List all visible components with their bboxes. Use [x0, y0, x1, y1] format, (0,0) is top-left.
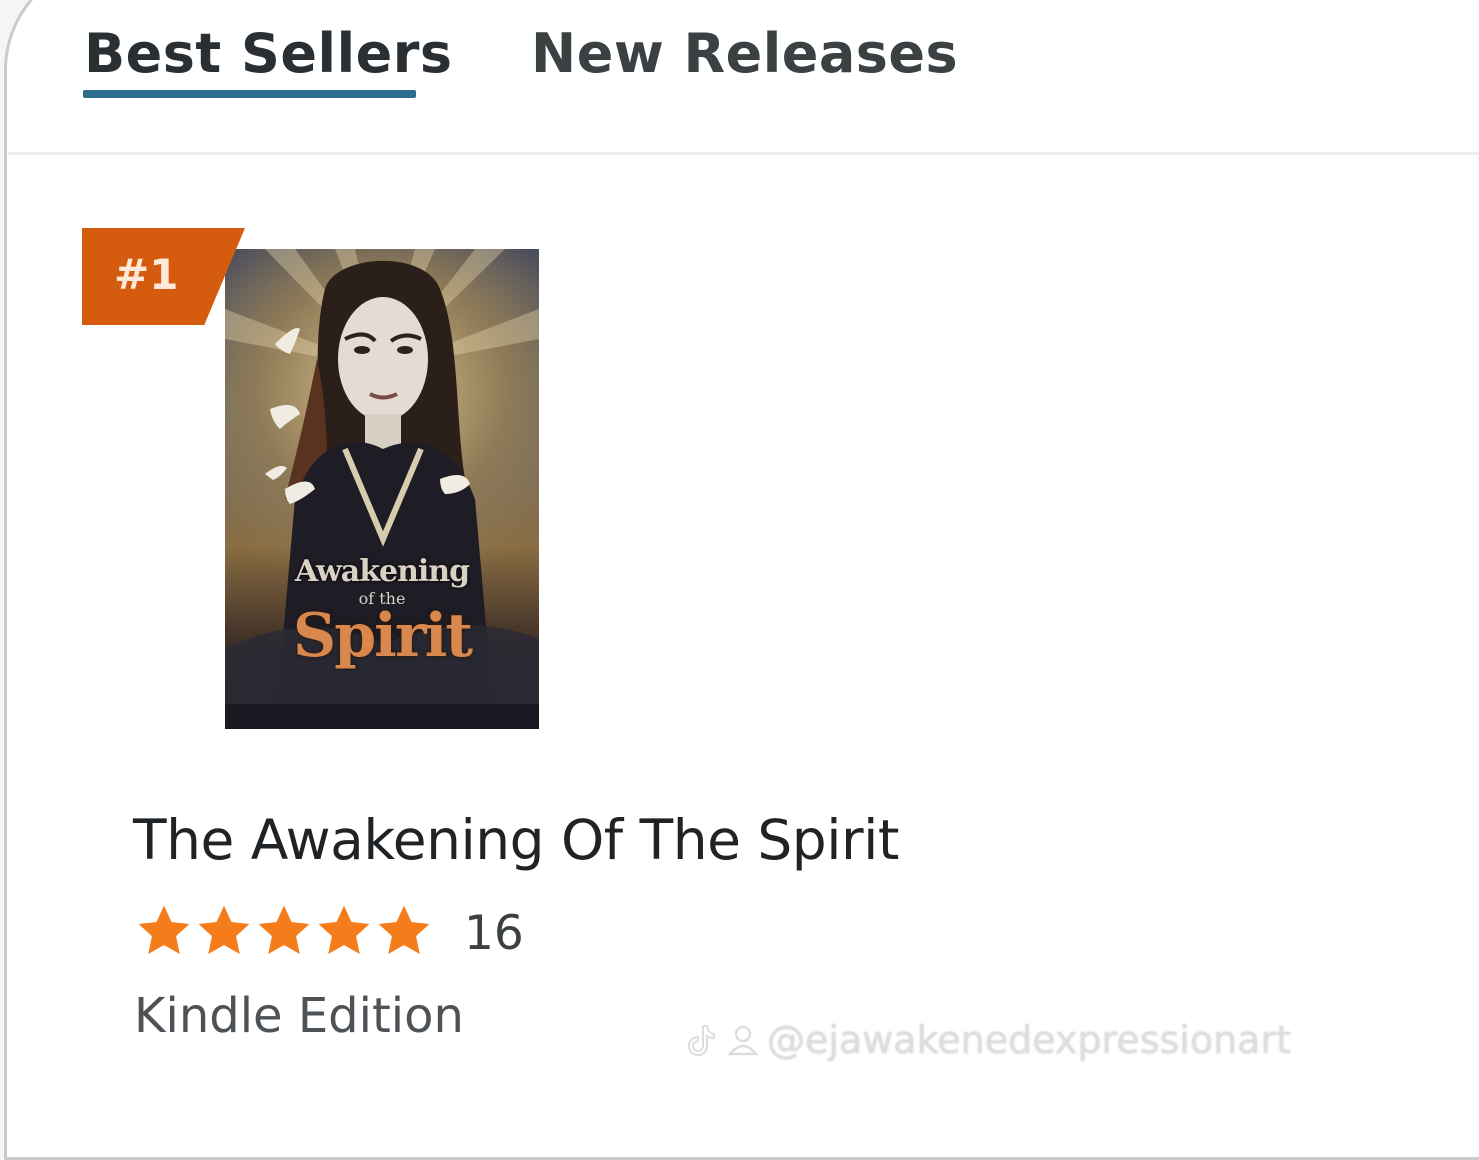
tab-divider — [8, 152, 1479, 155]
star-rating[interactable] — [135, 902, 433, 962]
cover-title-line-1: Awakening — [294, 554, 470, 589]
active-tab-indicator — [83, 90, 416, 98]
rating-count-link[interactable]: 16 — [464, 906, 524, 961]
tiktok-icon — [688, 1025, 715, 1056]
watermark: @ejawakenedexpressionart — [683, 1018, 1291, 1062]
rank-label: #1 — [114, 250, 179, 299]
star-icon — [198, 905, 250, 954]
star-icon — [138, 905, 190, 954]
star-icon — [318, 905, 370, 954]
cover-title-line-3: Spirit — [292, 601, 473, 671]
star-icon — [378, 905, 430, 954]
product-title-link[interactable]: The Awakening Of The Spirit — [133, 808, 899, 872]
user-icon — [727, 1025, 759, 1056]
tab-new-releases[interactable]: New Releases — [531, 22, 958, 85]
tab-best-sellers[interactable]: Best Sellers — [84, 22, 452, 85]
format-link[interactable]: Kindle Edition — [134, 988, 464, 1044]
star-icon — [258, 905, 310, 954]
book-cover-image[interactable]: Awakening of the Spirit — [225, 249, 539, 729]
watermark-handle: @ejawakenedexpressionart — [767, 1018, 1291, 1062]
